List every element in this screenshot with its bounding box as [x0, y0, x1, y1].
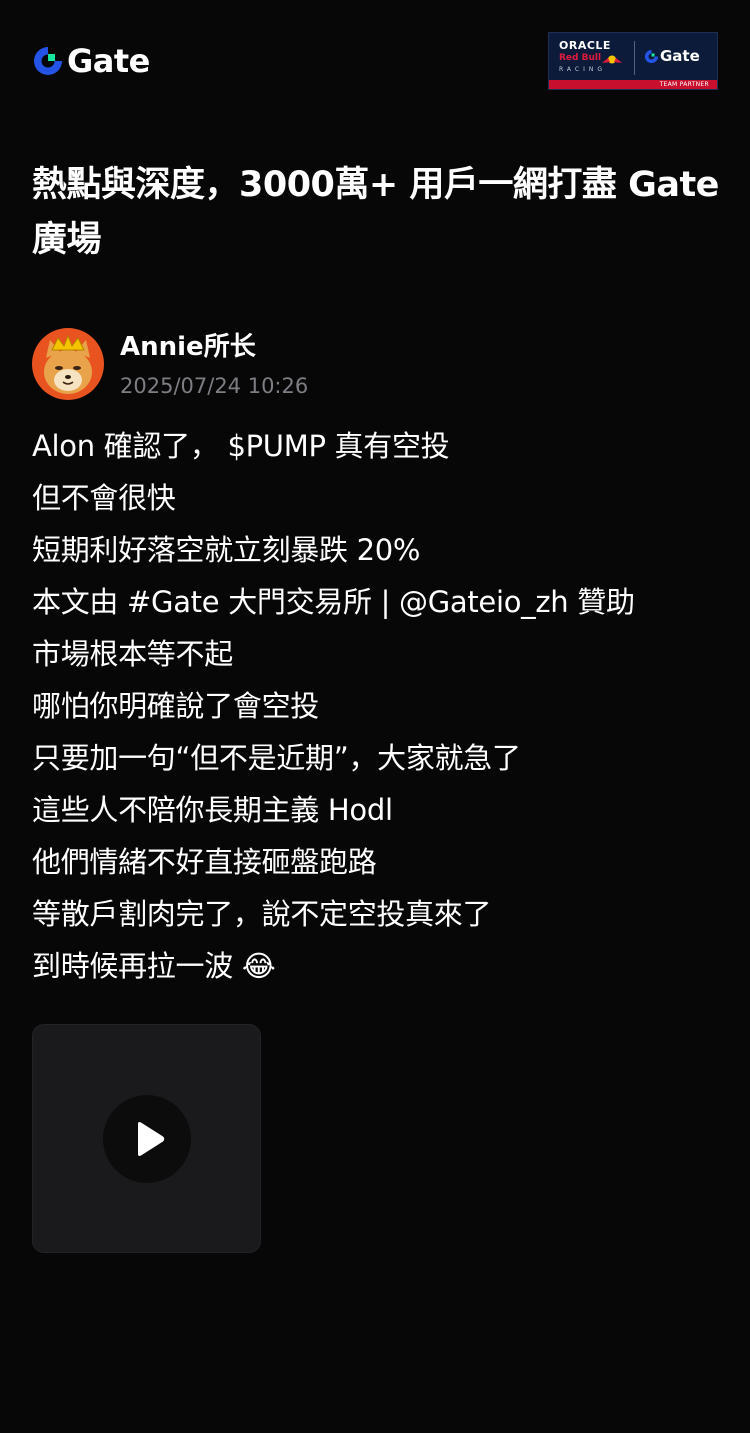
- top-header: Gate ORACLE Red Bull RACING Gate TEAM PA…: [0, 0, 750, 120]
- gate-brand-logo[interactable]: Gate: [32, 42, 150, 80]
- red-bull-wordmark: Red Bull: [559, 53, 602, 63]
- post-line: 但不會很快: [32, 481, 176, 515]
- video-thumbnail[interactable]: [32, 1024, 261, 1253]
- post-line: 等散戶割肉完了，說不定空投真來了: [32, 897, 492, 931]
- post-line: 他們情緒不好直接砸盤跑路: [32, 845, 377, 879]
- author-meta: Annie所长 2025/07/24 10:26: [120, 328, 308, 400]
- author-name[interactable]: Annie所长: [120, 329, 308, 365]
- shiba-dog-avatar: [32, 328, 104, 400]
- racing-wordmark: RACING: [559, 66, 607, 73]
- post-line: 市場根本等不起: [32, 637, 233, 671]
- badge-divider: [634, 41, 635, 75]
- post-line: 本文由 #Gate 大門交易所 | @Gateio_zh 贊助: [32, 585, 635, 619]
- team-partner-label: TEAM PARTNER: [659, 81, 709, 88]
- post-content: Alon 確認了， $PUMP 真有空投 但不會很快 短期利好落空就立刻暴跌 2…: [32, 420, 722, 992]
- page-title: 熱點與深度，3000萬+ 用戶一網打盡 Gate 廣場: [32, 165, 719, 260]
- gate-logo-icon: [644, 49, 659, 63]
- post-line: 哪怕你明確說了會空投: [32, 689, 320, 723]
- author-row: Annie所长 2025/07/24 10:26: [32, 328, 308, 400]
- post-timestamp: 2025/07/24 10:26: [120, 374, 309, 398]
- red-bull-partner-badge[interactable]: ORACLE Red Bull RACING Gate TEAM PARTNER: [548, 32, 718, 90]
- red-bull-icon: [602, 55, 622, 64]
- play-icon: [138, 1122, 165, 1156]
- play-button[interactable]: [103, 1095, 191, 1183]
- avatar[interactable]: [32, 328, 104, 400]
- gate-logo-icon: [34, 47, 62, 75]
- post-line: 只要加一句“但不是近期”，大家就急了: [32, 741, 521, 775]
- post-line: 這些人不陪你長期主義 Hodl: [32, 793, 393, 827]
- post-line: 短期利好落空就立刻暴跌 20%: [32, 533, 421, 567]
- brand-name: Gate: [67, 42, 150, 80]
- oracle-wordmark: ORACLE: [559, 39, 611, 52]
- post-line: Alon 確認了， $PUMP 真有空投: [32, 429, 450, 463]
- post-line: 到時候再拉一波 😂: [32, 949, 276, 983]
- badge-gate-logo: Gate: [644, 47, 700, 65]
- badge-gate-name: Gate: [660, 47, 700, 65]
